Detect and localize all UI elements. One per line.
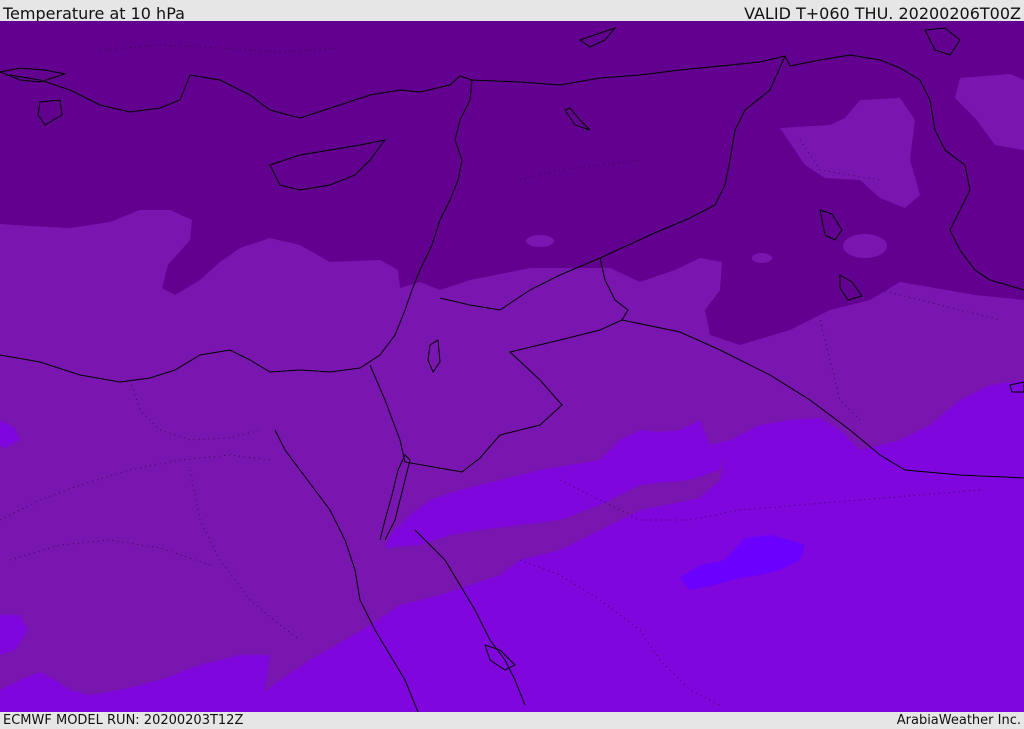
map-canvas	[0, 21, 1024, 712]
warmer-blob-2	[752, 253, 772, 263]
temperature-map	[0, 21, 1024, 712]
model-run-label: ECMWF MODEL RUN: 20200203T12Z	[3, 713, 244, 728]
credit-label: ArabiaWeather Inc.	[896, 713, 1021, 728]
map-footer: ECMWF MODEL RUN: 20200203T12Z ArabiaWeat…	[0, 712, 1024, 729]
map-header: Temperature at 10 hPa VALID T+060 THU. 2…	[0, 0, 1024, 23]
warmer-blob-3	[843, 234, 887, 258]
warmer-blob-1	[526, 235, 554, 247]
